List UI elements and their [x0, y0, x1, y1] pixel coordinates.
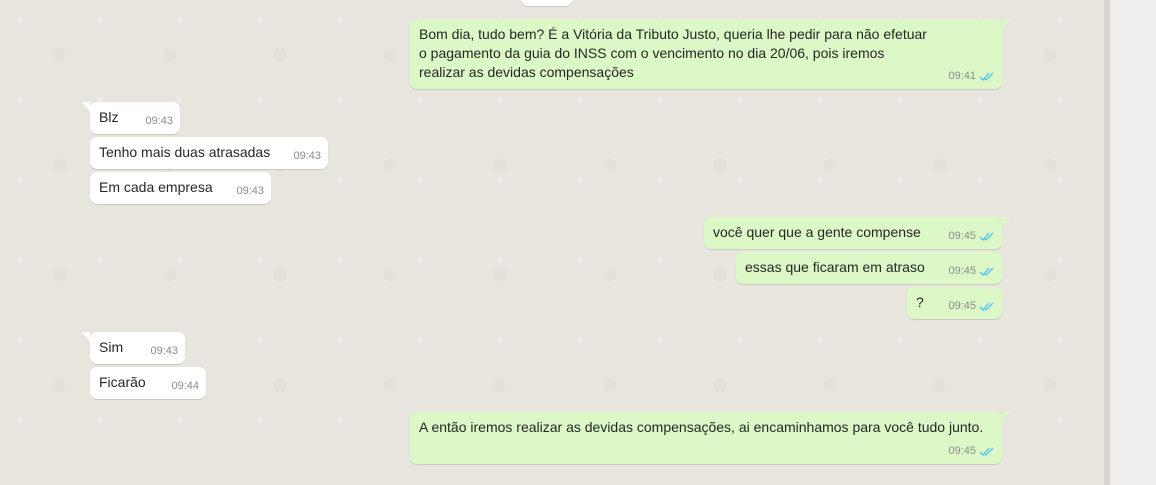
message-text: Ficarão	[99, 374, 146, 390]
message-time: 09:43	[150, 345, 178, 357]
message-outgoing[interactable]: você quer que a gente compense 09:45	[704, 217, 1010, 249]
message-meta: 09:41	[948, 67, 995, 86]
message-outgoing[interactable]: ? 09:45	[907, 287, 1002, 319]
message-outgoing[interactable]: A então iremos realizar as devidas compe…	[410, 412, 1010, 464]
message-incoming[interactable]: Tenho mais duas atrasadas 09:43	[90, 137, 328, 169]
message-text: Bom dia, tudo bem? É a Vitória da Tribut…	[419, 26, 927, 80]
message-meta: 09:43	[150, 342, 178, 361]
message-meta: 09:45	[948, 262, 995, 281]
chat-panel: Bom dia, tudo bem? É a Vitória da Tribut…	[0, 0, 1104, 485]
side-panel	[1110, 0, 1156, 485]
double-check-icon	[979, 232, 994, 241]
message-outgoing[interactable]: essas que ficaram em atraso 09:45	[736, 252, 1002, 284]
message-outgoing[interactable]: Bom dia, tudo bem? É a Vitória da Tribut…	[410, 19, 1010, 89]
message-text: Tenho mais duas atrasadas	[99, 144, 271, 160]
message-incoming[interactable]: Blz 09:43	[82, 102, 180, 134]
double-check-icon	[979, 267, 994, 276]
message-meta: 09:43	[145, 112, 173, 131]
message-incoming[interactable]: Em cada empresa 09:43	[90, 172, 271, 204]
message-text: A então iremos realizar as devidas compe…	[419, 419, 984, 435]
message-meta: 09:45	[948, 442, 995, 461]
message-text: Sim	[99, 339, 124, 355]
message-text: ?	[916, 294, 924, 310]
message-text: você quer que a gente compense	[713, 224, 921, 240]
message-meta: 09:43	[293, 147, 321, 166]
message-time: 09:45	[948, 445, 976, 457]
message-time: 09:44	[171, 380, 199, 392]
message-time: 09:43	[145, 115, 173, 127]
previous-message-fragment	[521, 0, 573, 6]
double-check-icon	[979, 447, 994, 456]
message-incoming[interactable]: Ficarão 09:44	[90, 367, 206, 399]
message-time: 09:41	[948, 70, 976, 82]
message-time: 09:43	[293, 150, 321, 162]
message-time: 09:45	[948, 265, 976, 277]
double-check-icon	[979, 72, 994, 81]
message-text: essas que ficaram em atraso	[745, 259, 925, 275]
message-meta: 09:43	[236, 182, 264, 201]
message-meta: 09:45	[948, 227, 995, 246]
message-text: Blz	[99, 109, 119, 125]
message-text: Em cada empresa	[99, 179, 213, 195]
message-time: 09:45	[948, 230, 976, 242]
message-incoming[interactable]: Sim 09:43	[82, 332, 185, 364]
message-time: 09:43	[236, 185, 264, 197]
message-meta: 09:45	[948, 297, 995, 316]
message-time: 09:45	[948, 300, 976, 312]
message-meta: 09:44	[171, 377, 199, 396]
double-check-icon	[979, 302, 994, 311]
